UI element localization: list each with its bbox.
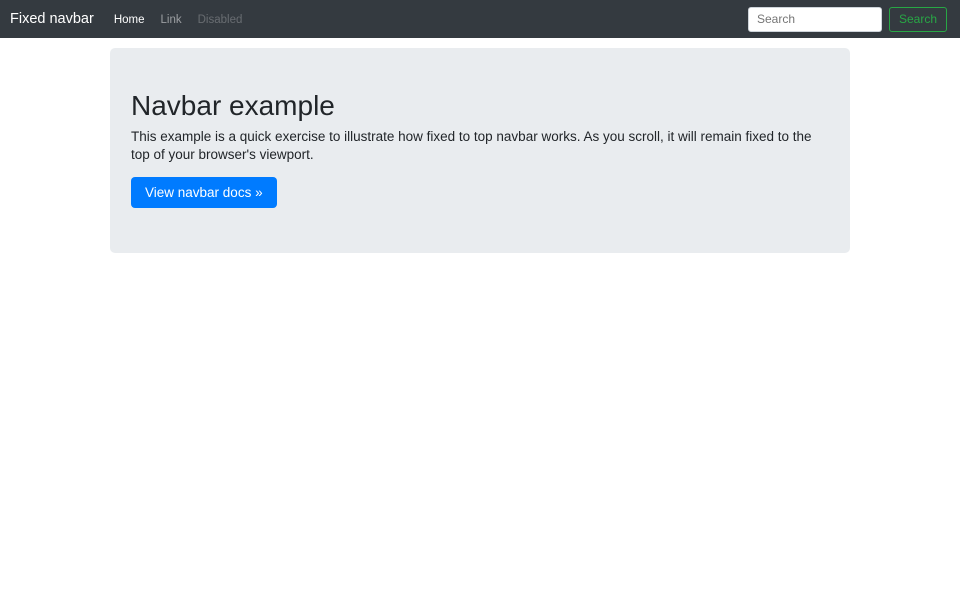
nav-item-link[interactable]: Link [155, 10, 188, 30]
nav-item-disabled: Disabled [192, 10, 249, 30]
view-navbar-docs-button[interactable]: View navbar docs » [131, 177, 277, 208]
navbar-brand[interactable]: Fixed navbar [10, 11, 94, 27]
nav-item-home[interactable]: Home [108, 10, 151, 30]
jumbotron-description: This example is a quick exercise to illu… [131, 128, 829, 164]
page-title: Navbar example [131, 90, 829, 122]
search-form: Search [748, 7, 947, 32]
top-navbar: Fixed navbar Home Link Disabled Search [0, 0, 960, 38]
navbar-nav: Home Link Disabled [106, 10, 251, 28]
search-button[interactable]: Search [889, 7, 947, 32]
search-input[interactable] [748, 7, 882, 32]
jumbotron: Navbar example This example is a quick e… [110, 48, 850, 253]
